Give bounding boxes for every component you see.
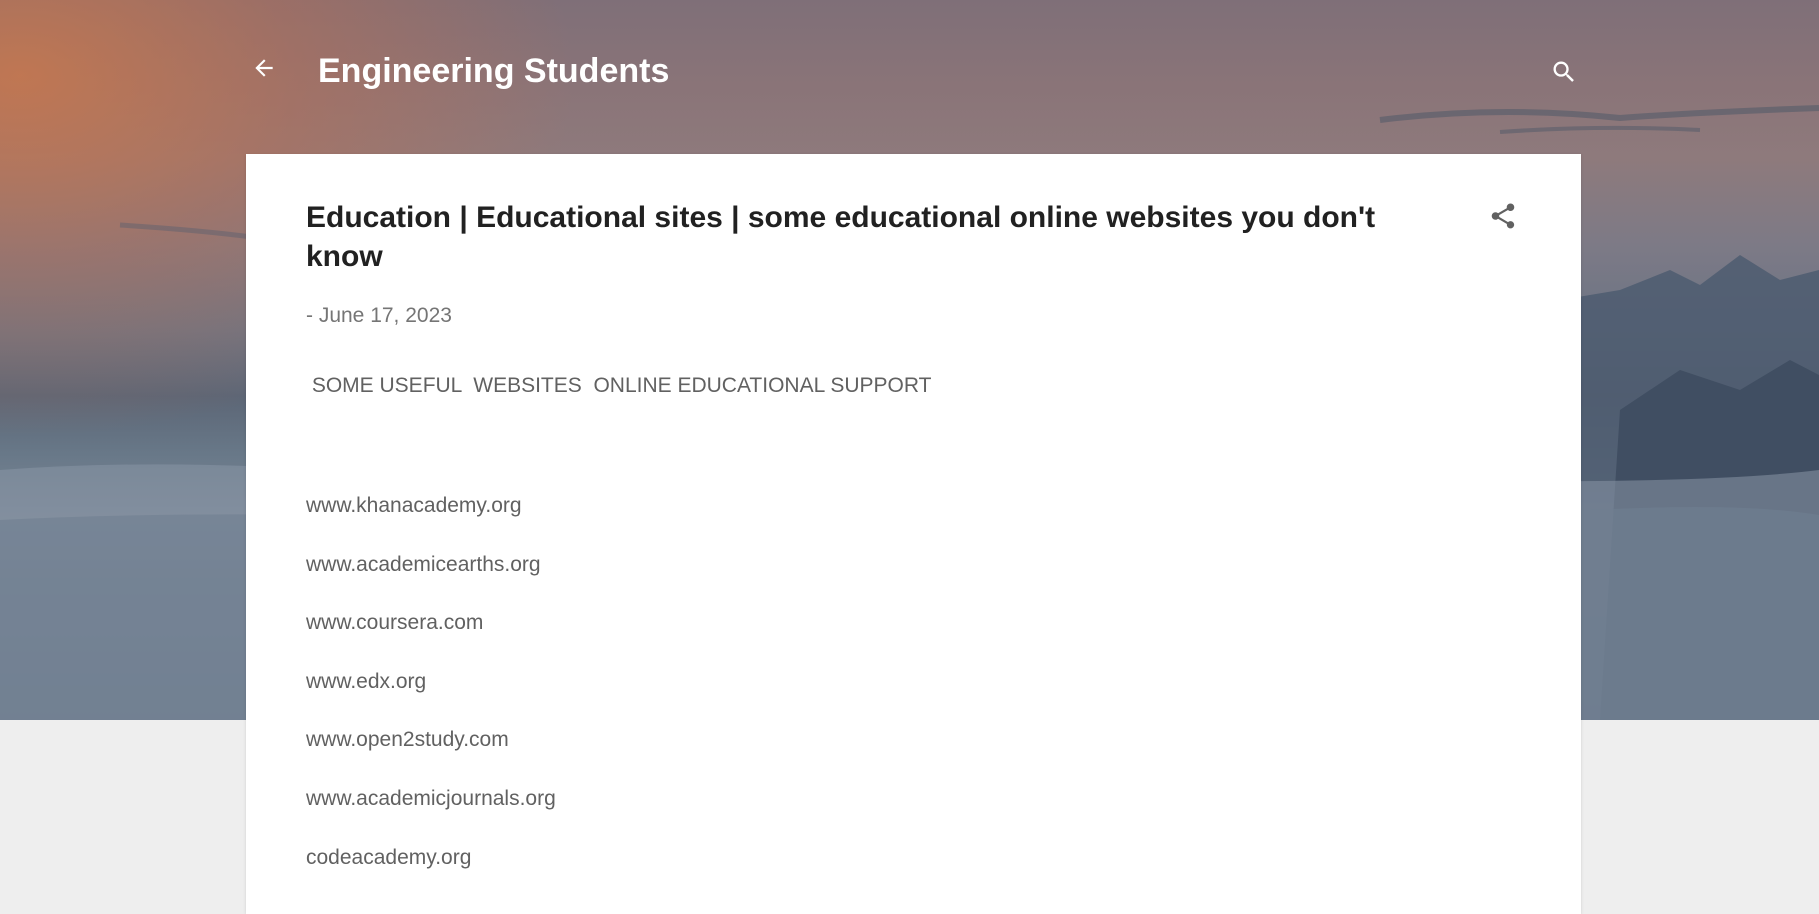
- post-card: Education | Educational sites | some edu…: [246, 154, 1581, 914]
- list-item: www.coursera.com: [306, 611, 484, 635]
- share-icon: [1491, 203, 1515, 229]
- arrow-back-icon: [255, 59, 273, 77]
- back-button[interactable]: [246, 50, 282, 86]
- blog-title[interactable]: Engineering Students: [318, 52, 669, 91]
- list-item: www.edx.org: [306, 669, 427, 693]
- post-date[interactable]: - June 17, 2023: [306, 304, 452, 328]
- post-intro: SOME USEFUL WEBSITES ONLINE EDUCATIONAL …: [306, 374, 932, 397]
- share-button[interactable]: [1485, 198, 1521, 234]
- list-item: www.academicjournals.org: [306, 786, 556, 810]
- list-item: codeacademy.org: [306, 845, 472, 869]
- list-item: www.academicearths.org: [306, 552, 541, 576]
- website-list: www.khanacademy.org www.academicearths.o…: [306, 491, 556, 901]
- post-title: Education | Educational sites | some edu…: [306, 201, 1376, 273]
- search-button[interactable]: [1546, 54, 1582, 90]
- list-item: www.khanacademy.org: [306, 494, 522, 517]
- list-item: www.open2study.com: [306, 728, 509, 752]
- search-icon: [1553, 61, 1574, 82]
- blog-header: Engineering Students: [246, 42, 1582, 102]
